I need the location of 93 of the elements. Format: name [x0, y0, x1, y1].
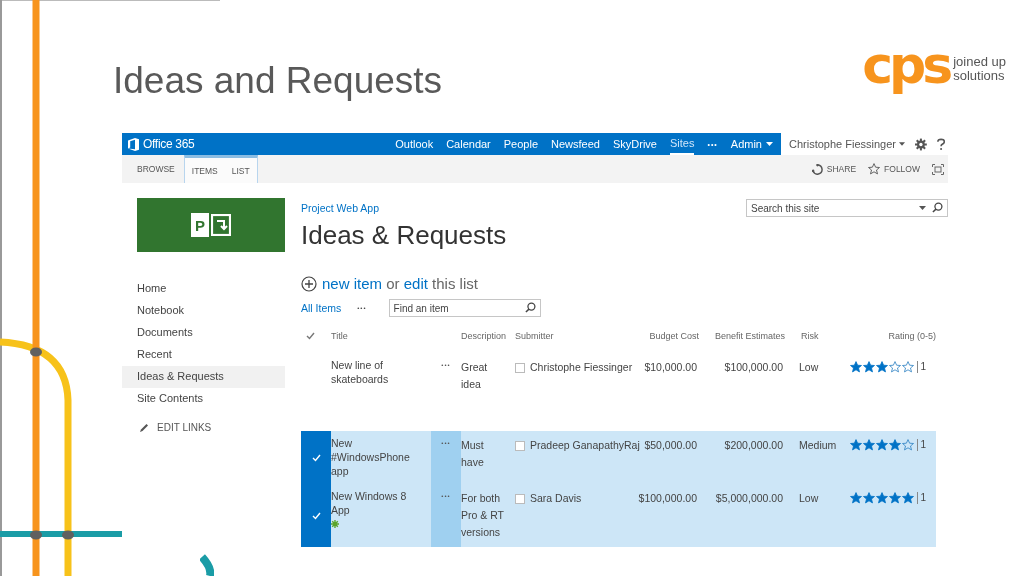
filled-star-icon [850, 439, 863, 451]
table-cell-text: For both Pro & RT versions [461, 491, 505, 540]
table-cell-text: $100,000.00 [724, 360, 784, 375]
filled-star-icon [889, 439, 902, 451]
column-header[interactable]: Rating (0-5) [888, 331, 936, 341]
filled-star-icon [876, 439, 889, 451]
suite-nav-link[interactable]: SkyDrive [612, 133, 657, 155]
admin-menu[interactable]: Admin [730, 133, 773, 155]
slide-title: Ideas and Requests [112, 59, 443, 99]
column-header[interactable]: Submitter [515, 331, 641, 341]
empty-star-icon [902, 361, 915, 373]
edit-links-link[interactable]: EDIT LINKS [139, 422, 285, 433]
ribbon-tab[interactable]: LIST [224, 155, 258, 183]
column-header[interactable]: Budget Cost [649, 331, 699, 341]
office-icon [128, 137, 139, 151]
command-text: new item or edit this list [322, 275, 478, 292]
column-header[interactable]: Risk [785, 331, 835, 341]
table-cell-text: Low [798, 360, 820, 375]
presence-icon [515, 441, 525, 451]
suite-nav-link[interactable]: People [503, 133, 539, 155]
search-field[interactable]: Search this site [746, 199, 948, 217]
caret-icon [899, 142, 905, 146]
new-item-link[interactable]: new item [322, 275, 383, 292]
table-cell-text: $5,000,000.00 [715, 491, 784, 506]
site-logo[interactable]: P [137, 198, 285, 252]
pencil-icon [139, 422, 149, 433]
follow-button[interactable]: FOLLOW [868, 163, 920, 175]
rating-count: 1 [917, 439, 926, 451]
table-cell-text: Medium [798, 438, 835, 453]
table-cell-text: $50,000.00 [644, 438, 698, 453]
edit-list-link[interactable]: edit [403, 275, 428, 292]
table-cell-text: $200,000.00 [724, 438, 784, 453]
filled-star-icon [850, 361, 863, 373]
flow-icon [211, 214, 231, 236]
breadcrumb-link[interactable]: Project Web App [301, 202, 380, 214]
ribbon-tab[interactable]: BROWSE [130, 155, 182, 183]
star-rating[interactable] [850, 359, 915, 373]
caret-icon [766, 142, 773, 146]
check-icon[interactable] [306, 332, 315, 340]
suite-nav-link[interactable]: Outlook [395, 133, 434, 155]
filled-star-icon [876, 361, 889, 373]
table-cell-text: Pradeep GanapathyRaj [530, 438, 640, 453]
suite-nav-link[interactable]: Newsfeed [551, 133, 600, 155]
column-header[interactable]: Title [331, 331, 431, 341]
nav-item[interactable]: Home [122, 278, 285, 300]
filled-star-icon [863, 439, 876, 451]
user-menu[interactable]: Christophe Fiessinger [789, 138, 905, 150]
caret-icon [919, 206, 926, 210]
item-title-link[interactable]: New line of skateboards [331, 358, 417, 386]
office-logo[interactable]: Office 365 [128, 137, 195, 151]
search-icon[interactable] [524, 302, 536, 313]
table-cell-text: $100,000.00 [638, 491, 698, 506]
presence-icon [515, 494, 525, 504]
table-cell-text: Christophe Fiessinger [530, 360, 633, 375]
page-title: Ideas & Requests [301, 220, 507, 251]
suite-nav-link[interactable]: Calendar [446, 133, 491, 155]
column-header[interactable]: Description [461, 331, 515, 341]
view-link[interactable]: All Items [301, 302, 342, 314]
find-field[interactable]: Find an item [388, 299, 541, 317]
filled-star-icon [889, 492, 902, 504]
table-cell-text: Low [798, 491, 820, 506]
ribbon-tab[interactable]: ITEMS [183, 155, 225, 183]
nav-item[interactable]: Documents [122, 322, 285, 344]
focus-icon[interactable] [932, 163, 944, 175]
filled-star-icon [850, 492, 863, 504]
share-button[interactable]: SHARE [811, 163, 857, 175]
star-rating[interactable] [850, 490, 915, 504]
add-icon[interactable] [301, 275, 317, 292]
presence-icon [515, 363, 525, 373]
filled-star-icon [876, 492, 889, 504]
table-cell-text: $10,000.00 [644, 360, 698, 375]
nav-item[interactable]: Ideas & Requests [122, 366, 285, 388]
help-icon[interactable] [936, 137, 945, 151]
nav-item[interactable]: Recent [122, 344, 285, 366]
nav-item[interactable]: Site Contents [122, 388, 285, 410]
item-title-link[interactable]: New Windows 8 App [331, 489, 417, 517]
share-icon [811, 163, 823, 175]
table-cell-text: Must have [461, 438, 485, 470]
filled-star-icon [863, 361, 876, 373]
column-header[interactable]: Benefit Estimates [714, 331, 785, 341]
filled-star-icon [902, 492, 915, 504]
arc-drawing [200, 554, 214, 576]
table-cell-text: Great idea [461, 360, 489, 392]
star-rating[interactable] [850, 437, 915, 451]
rating-count: 1 [917, 492, 926, 504]
filled-star-icon [863, 492, 876, 504]
settings-icon[interactable] [915, 137, 927, 151]
search-icon[interactable] [932, 202, 943, 213]
star-icon [868, 163, 881, 175]
rating-count: 1 [917, 361, 926, 373]
table-cell-text: Sara Davis [530, 491, 582, 506]
item-title-link[interactable]: New #WindowsPhone app [331, 436, 417, 478]
nav-item[interactable]: Notebook [122, 300, 285, 322]
